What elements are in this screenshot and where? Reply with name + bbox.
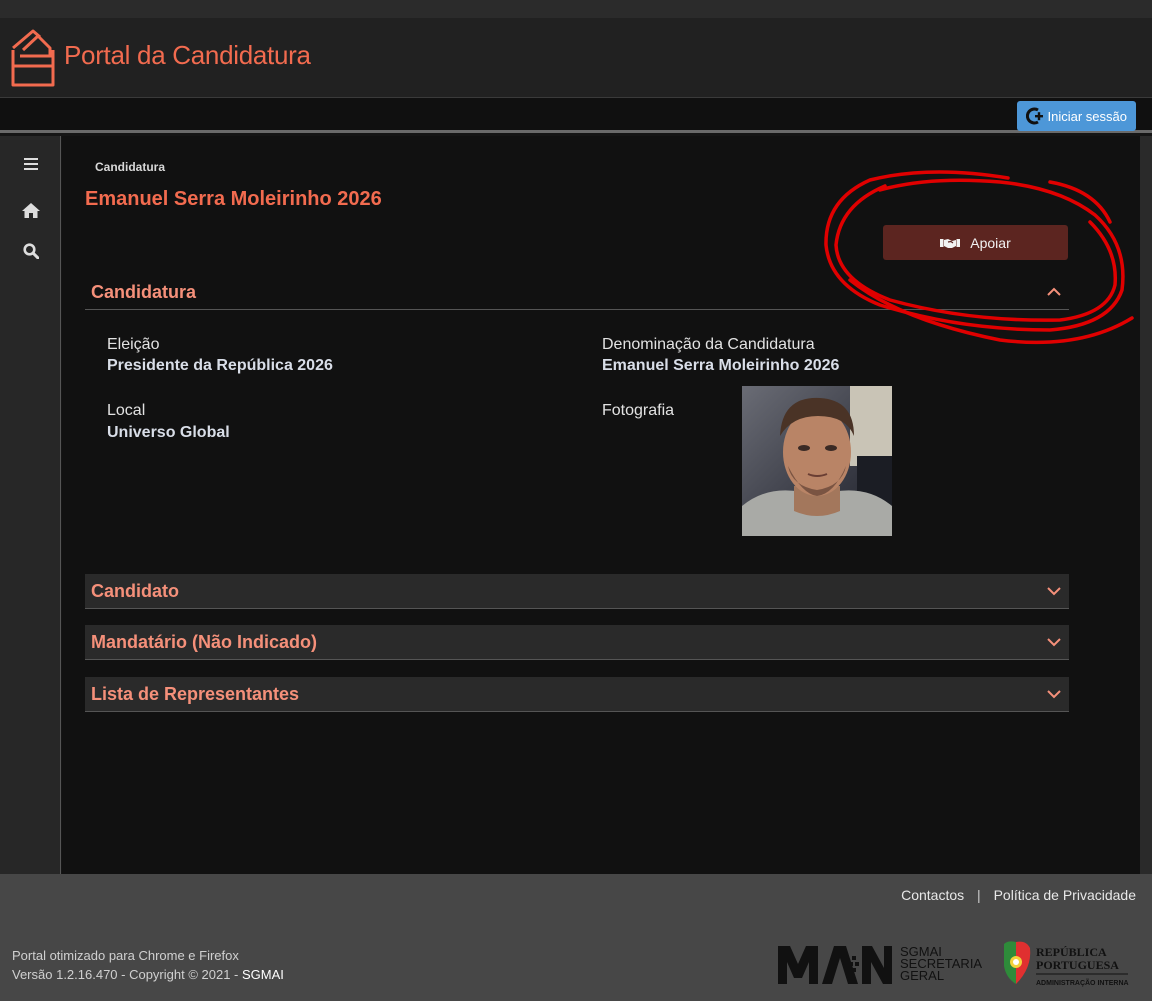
- fotografia-label: Fotografia: [602, 402, 675, 419]
- section-candidato-title: Candidato: [91, 580, 179, 601]
- scrollbar-track[interactable]: [1140, 136, 1152, 874]
- republica-portuguesa-logo[interactable]: REPÚBLICA PORTUGUESA ADMINISTRAÇÃO INTER…: [1002, 938, 1132, 990]
- browser-top-strip: [0, 0, 1152, 18]
- chevron-down-icon[interactable]: [1047, 687, 1061, 701]
- sgmai-logo[interactable]: SGMAI SECRETARIA GERAL: [776, 938, 991, 990]
- section-candidatura-header[interactable]: Candidatura: [85, 275, 1069, 310]
- search-icon[interactable]: [20, 240, 42, 262]
- section-candidato-header[interactable]: Candidato: [85, 574, 1069, 609]
- contactos-link[interactable]: Contactos: [901, 887, 964, 903]
- candidate-photo: [742, 386, 892, 536]
- login-label: Iniciar sessão: [1047, 108, 1127, 124]
- support-button[interactable]: Apoiar: [883, 225, 1068, 260]
- main-content: Candidatura Emanuel Serra Moleirinho 202…: [62, 136, 1140, 874]
- footer: Contactos | Política de Privacidade Port…: [0, 874, 1152, 1001]
- menu-icon[interactable]: [20, 153, 42, 175]
- rp-logo-line3: ADMINISTRAÇÃO INTERNA: [1036, 978, 1129, 987]
- app-title[interactable]: Portal da Candidatura: [64, 40, 311, 71]
- page-title: Emanuel Serra Moleirinho 2026: [85, 188, 382, 210]
- app-header: Portal da Candidatura: [0, 18, 1152, 98]
- section-representantes-header[interactable]: Lista de Representantes: [85, 677, 1069, 712]
- chevron-down-icon[interactable]: [1047, 635, 1061, 649]
- denominacao-label: Denominação da Candidatura: [602, 336, 815, 353]
- chevron-down-icon[interactable]: [1047, 584, 1061, 598]
- rp-logo-line2: PORTUGUESA: [1036, 958, 1119, 972]
- local-value: Universo Global: [107, 424, 230, 441]
- browser-note: Portal otimizado para Chrome e Firefox: [12, 948, 239, 963]
- breadcrumb[interactable]: Candidatura: [95, 160, 165, 174]
- handshake-icon: [940, 238, 961, 248]
- rp-logo-line1: REPÚBLICA: [1036, 945, 1107, 959]
- eleicao-value: Presidente da República 2026: [107, 357, 333, 374]
- support-button-label: Apoiar: [970, 234, 1011, 251]
- sgmai-link[interactable]: SGMAI: [242, 967, 284, 982]
- footer-links: Contactos | Política de Privacidade: [901, 887, 1136, 903]
- privacy-policy-link[interactable]: Política de Privacidade: [994, 887, 1136, 903]
- section-mandatario-title: Mandatário (Não Indicado): [91, 631, 318, 652]
- local-label: Local: [107, 402, 146, 419]
- section-candidatura-title: Candidatura: [91, 281, 197, 302]
- user-bar: Iniciar sessão: [0, 98, 1152, 133]
- ballot-box-logo-icon[interactable]: [10, 28, 56, 88]
- version-line: Versão 1.2.16.470 - Copyright © 2021 - S…: [12, 965, 284, 984]
- home-icon[interactable]: [20, 199, 42, 221]
- eleicao-label: Eleição: [107, 336, 160, 353]
- footer-separator: |: [977, 887, 981, 903]
- sidebar: [0, 136, 61, 874]
- login-icon: [1025, 107, 1043, 125]
- section-mandatario-header[interactable]: Mandatário (Não Indicado): [85, 625, 1069, 660]
- denominacao-value: Emanuel Serra Moleirinho 2026: [602, 357, 840, 374]
- footer-info: Portal otimizado para Chrome e Firefox V…: [12, 946, 284, 984]
- sgmai-logo-line3: GERAL: [900, 968, 944, 983]
- login-button[interactable]: Iniciar sessão: [1016, 101, 1136, 131]
- version-text: Versão 1.2.16.470 - Copyright © 2021 -: [12, 967, 242, 982]
- section-representantes-title: Lista de Representantes: [91, 683, 300, 704]
- chevron-up-icon[interactable]: [1047, 285, 1061, 299]
